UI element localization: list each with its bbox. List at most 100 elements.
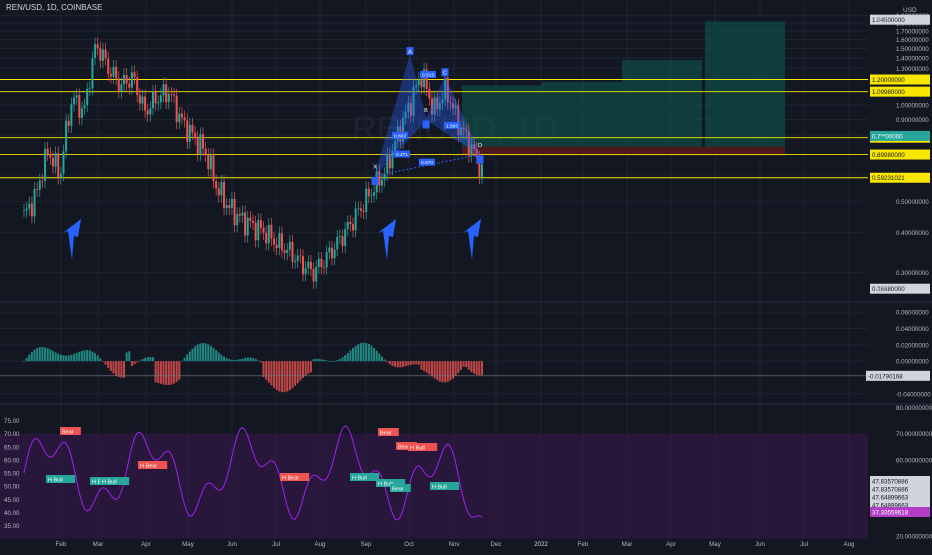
candle-body [128,83,131,88]
macd-bar [220,354,223,362]
candle-body [212,155,215,182]
macd-bar [191,348,194,362]
macd-tick-label: 0.04000000 [896,326,929,333]
macd-bar [273,361,276,388]
candle-body [36,188,39,190]
candle-body [136,77,139,95]
candle-body [320,258,323,267]
macd-bar [136,361,139,363]
macd-bar [173,361,176,384]
candle-body [217,188,220,196]
macd-bar [157,361,160,384]
macd-bar [425,361,428,373]
candle-body [236,214,239,226]
macd-bar [104,361,107,365]
macd-bar [186,354,189,362]
candle-body [186,120,189,142]
up-arrow [378,219,396,260]
macd-bar [249,357,252,362]
candle-body [349,221,352,225]
macd-bar [194,346,197,362]
macd-bar [238,359,241,362]
divergence-label: H Bull [102,480,117,486]
macd-bar [359,343,362,362]
candle-body [104,49,107,59]
pattern-point-bg [476,155,484,164]
pattern-ratio-label: 0.870 [421,160,433,166]
x-tick-label: Mar [93,541,104,548]
candle-body [146,110,149,115]
macd-bar [344,355,347,362]
candle-body [70,104,73,126]
x-tick-label: May [182,541,195,548]
macd-bar [478,361,481,376]
candle-body [275,244,278,248]
macd-bar [67,355,70,362]
x-tick-label: Jul [272,541,280,548]
candle-body [362,210,365,212]
candle-body [359,208,362,211]
chart-canvas[interactable]: 1.900000001.800000001.700000001.60000000… [0,0,932,550]
candle-body [294,260,297,262]
macd-bar [378,353,381,362]
candle-body [86,88,89,106]
candle-body [109,73,112,77]
macd-bar [188,351,191,362]
macd-bar [207,344,210,362]
candle-body [196,137,199,154]
candle-body [65,120,68,152]
candle-body [194,132,197,138]
macd-bar [167,361,170,386]
macd-bar [296,361,299,384]
macd-bar [109,361,112,371]
macd-bar [441,361,444,383]
macd-bar [325,360,328,362]
candle-body [80,108,83,118]
macd-bar [420,361,423,370]
macd-bar [270,361,273,386]
price-tick-label: 0.90000000 [896,117,929,124]
rsi-value-label: 37.33559618 [872,510,909,517]
macd-bar [149,356,152,362]
macd-bar [402,361,405,367]
candle-body [249,217,252,221]
candle-body [178,113,181,123]
macd-bar [130,361,133,367]
candle-body [296,255,299,261]
candle-body [73,97,76,105]
macd-bar [233,360,236,362]
candle-body [244,212,247,236]
macd-bar [330,361,333,362]
candle-body [99,48,102,61]
candle-body [254,222,257,241]
candle-body [257,220,260,241]
candle-body [207,154,210,170]
divergence-label: H Bear [140,464,157,470]
macd-bar [36,348,39,362]
x-tick-label: Apr [141,541,151,548]
price-tick-label: 1.40000000 [896,56,929,63]
macd-bar [438,361,441,382]
candle-body [151,91,154,109]
candle-body [420,79,423,88]
macd-bar [336,360,339,362]
macd-bar [370,345,373,362]
x-tick-label: May [709,541,722,548]
macd-bar [83,350,86,362]
candle-body [233,198,236,226]
candle-body [338,236,341,237]
candle-body [138,94,141,104]
candle-body [220,181,223,196]
macd-bar [209,345,212,362]
macd-bar [304,361,307,376]
macd-bar [223,356,226,362]
macd-bar [291,361,294,389]
level-label: 1.09980000 [872,89,905,96]
rsi-left-tick: 35.00 [4,523,20,530]
candle-body [46,148,49,154]
candle-body [481,164,483,177]
macd-bar [78,351,81,362]
candle-body [228,204,231,208]
candle-body [33,188,36,217]
up-arrow [463,219,481,260]
